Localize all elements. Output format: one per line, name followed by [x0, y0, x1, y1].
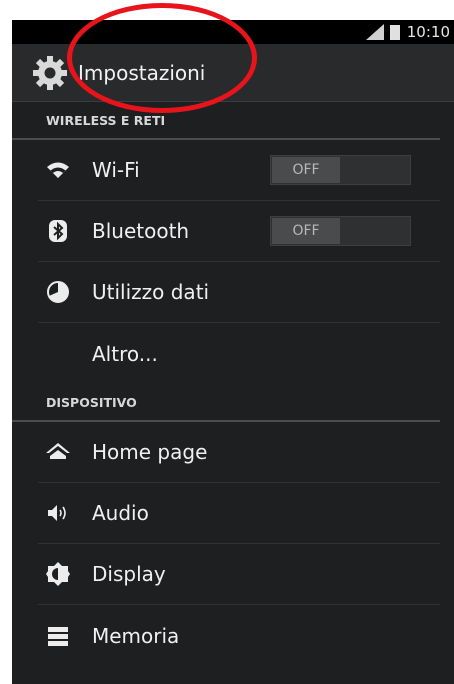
settings-item-label: Memoria: [92, 623, 180, 648]
home-icon: [46, 443, 70, 459]
settings-item-home[interactable]: Home page: [38, 422, 440, 483]
settings-item-wifi[interactable]: Wi-Fi OFF: [38, 140, 440, 201]
section-header-wireless: WIRELESS E RETI: [12, 102, 440, 140]
settings-item-label: Display: [92, 562, 166, 586]
storage-icon: [48, 626, 68, 646]
brightness-icon: [46, 562, 70, 586]
status-time: 10:10: [406, 23, 450, 41]
settings-item-more[interactable]: Altro...: [38, 323, 440, 384]
toggle-state: OFF: [272, 218, 340, 244]
data-usage-icon: [47, 281, 69, 303]
settings-item-label: Wi-Fi: [92, 158, 140, 182]
settings-item-label: Home page: [92, 440, 208, 464]
wifi-icon: [47, 162, 69, 178]
speaker-icon: [48, 505, 66, 521]
settings-item-data-usage[interactable]: Utilizzo dati: [38, 262, 440, 323]
settings-item-label: Utilizzo dati: [92, 280, 210, 304]
wifi-toggle[interactable]: OFF: [270, 155, 411, 185]
gear-icon[interactable]: [32, 55, 68, 91]
settings-screen: 10:10 Impostazioni WIRELESS E RETI Wi-Fi…: [12, 20, 454, 684]
settings-item-display[interactable]: Display: [38, 544, 440, 605]
settings-item-storage[interactable]: Memoria: [38, 605, 440, 666]
section-header-device: DISPOSITIVO: [12, 384, 440, 422]
settings-item-label: Altro...: [92, 341, 158, 366]
bluetooth-icon: [49, 220, 67, 242]
signal-icon: [365, 24, 384, 40]
settings-item-label: Audio: [92, 501, 149, 525]
settings-item-bluetooth[interactable]: Bluetooth OFF: [38, 201, 440, 262]
bluetooth-toggle[interactable]: OFF: [270, 216, 411, 246]
page-title: Impostazioni: [78, 60, 206, 85]
battery-icon: [389, 25, 400, 40]
action-bar: Impostazioni: [12, 44, 454, 102]
status-bar: 10:10: [12, 20, 454, 44]
toggle-state: OFF: [272, 157, 340, 183]
settings-item-label: Bluetooth: [92, 219, 190, 243]
settings-item-audio[interactable]: Audio: [38, 483, 440, 544]
